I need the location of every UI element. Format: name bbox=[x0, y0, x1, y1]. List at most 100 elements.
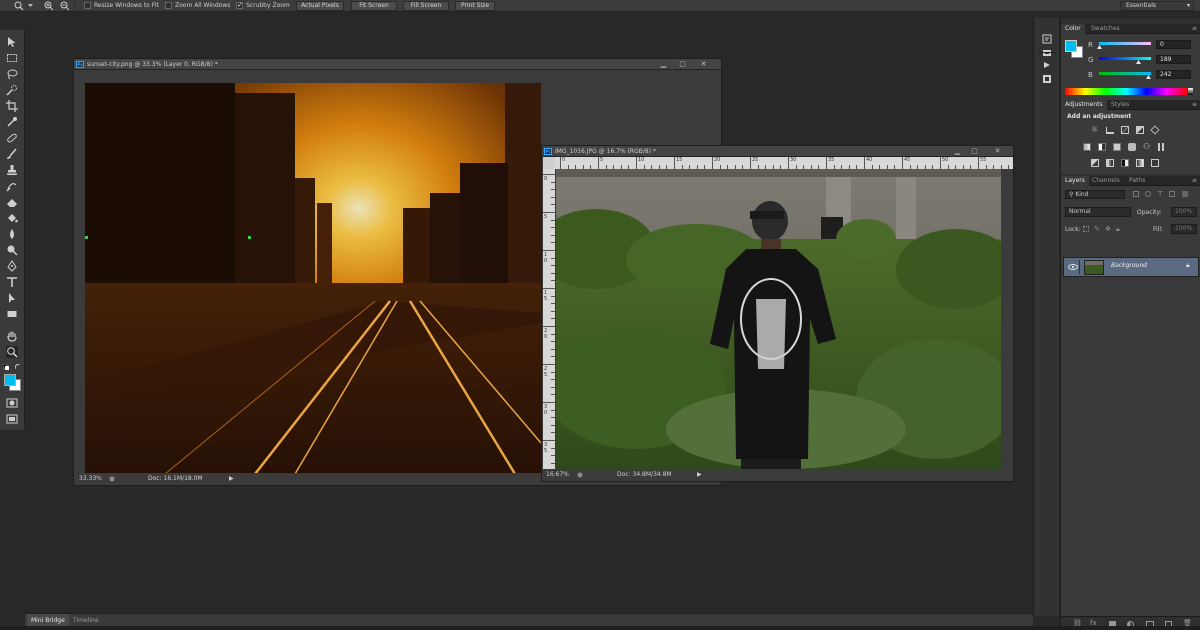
hue-saturation-icon[interactable] bbox=[1083, 143, 1091, 151]
info-icon[interactable] bbox=[577, 472, 583, 478]
curves-icon[interactable] bbox=[1121, 126, 1129, 134]
smart-object-filter-icon[interactable] bbox=[1182, 191, 1188, 197]
selective-color-icon[interactable] bbox=[1151, 159, 1159, 167]
vibrance-icon[interactable] bbox=[1150, 125, 1160, 135]
vertical-ruler[interactable]: 0510152025303540 bbox=[543, 169, 555, 469]
zoom-level[interactable]: 33.33% bbox=[79, 473, 102, 485]
red-value[interactable]: 0 bbox=[1156, 40, 1191, 49]
document-window-img-1016[interactable]: Ps IMG_1016.JPG @ 16.7% (RGB/8) * ▁ ▢ ✕ … bbox=[541, 145, 1014, 482]
paint-bucket-tool-icon[interactable] bbox=[6, 212, 18, 224]
vertical-scrollbar[interactable] bbox=[1002, 169, 1013, 469]
blue-slider[interactable] bbox=[1099, 72, 1151, 75]
dodge-tool-icon[interactable] bbox=[6, 244, 18, 256]
posterize-icon[interactable] bbox=[1106, 159, 1114, 167]
invert-icon[interactable] bbox=[1091, 159, 1099, 167]
minimize-icon[interactable]: ▁ bbox=[658, 60, 669, 68]
tab-layers[interactable]: Layers bbox=[1061, 176, 1089, 186]
status-menu-arrow-icon[interactable]: ▶ bbox=[229, 473, 234, 485]
color-balance-icon[interactable] bbox=[1098, 143, 1106, 151]
lasso-tool-icon[interactable] bbox=[6, 68, 18, 80]
pixel-filter-icon[interactable] bbox=[1133, 191, 1139, 197]
shape-filter-icon[interactable] bbox=[1169, 191, 1175, 197]
zoom-out-button[interactable] bbox=[59, 1, 71, 11]
slider-thumb-icon[interactable] bbox=[1136, 60, 1141, 64]
panel-menu-icon[interactable]: ≡ bbox=[1192, 100, 1197, 110]
close-icon[interactable]: ✕ bbox=[992, 147, 1003, 155]
workspace-switcher[interactable]: Essentials ▾ bbox=[1120, 1, 1194, 11]
type-filter-icon[interactable]: T bbox=[1158, 190, 1162, 198]
healing-brush-tool-icon[interactable] bbox=[6, 132, 18, 144]
marquee-tool-icon[interactable] bbox=[6, 52, 18, 64]
actions-icon[interactable] bbox=[1042, 60, 1052, 70]
brightness-icon[interactable]: ☼ bbox=[1091, 125, 1098, 135]
adjustment-filter-icon[interactable] bbox=[1145, 191, 1151, 197]
zoom-all-windows-checkbox[interactable] bbox=[165, 2, 172, 9]
ruler-origin[interactable] bbox=[543, 157, 555, 169]
exposure-icon[interactable] bbox=[1136, 126, 1144, 134]
close-icon[interactable]: ✕ bbox=[698, 60, 709, 68]
history-brush-tool-icon[interactable] bbox=[6, 180, 18, 192]
default-colors-icon[interactable] bbox=[3, 364, 9, 370]
maximize-icon[interactable]: ▢ bbox=[677, 60, 688, 68]
blue-value[interactable]: 242 bbox=[1156, 70, 1191, 79]
gradient-map-icon[interactable] bbox=[1136, 159, 1144, 167]
zoom-tool-icon[interactable] bbox=[6, 346, 18, 358]
document-title-bar[interactable]: Ps IMG_1016.JPG @ 16.7% (RGB/8) * ▁ ▢ ✕ bbox=[542, 146, 1013, 157]
tab-styles[interactable]: Styles bbox=[1107, 100, 1133, 110]
screen-mode-icon[interactable] bbox=[6, 413, 18, 425]
zoom-level[interactable]: 16.67% bbox=[546, 469, 569, 481]
tab-adjustments[interactable]: Adjustments bbox=[1061, 100, 1107, 110]
levels-icon[interactable] bbox=[1106, 127, 1114, 134]
scrubby-zoom-checkbox[interactable]: ✓ bbox=[236, 2, 243, 9]
black-white-icon[interactable] bbox=[1113, 143, 1121, 151]
blur-tool-icon[interactable] bbox=[6, 228, 18, 240]
clone-stamp-tool-icon[interactable] bbox=[6, 164, 18, 176]
quick-mask-icon[interactable] bbox=[6, 397, 18, 409]
lock-all-icon[interactable]: 🔒︎ bbox=[1116, 225, 1120, 234]
pen-tool-icon[interactable] bbox=[6, 260, 18, 272]
channel-mixer-icon[interactable]: ⚇ bbox=[1143, 142, 1150, 152]
slider-thumb-icon[interactable] bbox=[1146, 75, 1151, 79]
history-icon[interactable] bbox=[1042, 34, 1052, 44]
fill-screen-button[interactable]: Fill Screen bbox=[403, 1, 449, 11]
info-panel-icon[interactable] bbox=[1042, 74, 1052, 84]
fill-field[interactable]: 100% bbox=[1171, 224, 1197, 234]
actual-pixels-button[interactable]: Actual Pixels bbox=[296, 1, 344, 11]
info-icon[interactable] bbox=[109, 476, 115, 482]
bw-ramp[interactable] bbox=[1188, 88, 1193, 95]
maximize-icon[interactable]: ▢ bbox=[969, 147, 980, 155]
layer-filter-kind[interactable]: ⚲ Kind bbox=[1065, 190, 1125, 199]
document-title-bar[interactable]: Ps sunset-city.png @ 33.3% (Layer 0, RGB… bbox=[74, 59, 721, 70]
properties-icon[interactable] bbox=[1042, 48, 1052, 58]
fit-screen-button[interactable]: Fit Screen bbox=[351, 1, 397, 11]
status-menu-arrow-icon[interactable]: ▶ bbox=[697, 469, 702, 481]
lock-position-icon[interactable]: ✥ bbox=[1105, 225, 1111, 233]
green-slider[interactable] bbox=[1099, 57, 1151, 60]
color-lookup-icon[interactable] bbox=[1158, 143, 1166, 151]
foreground-color-swatch[interactable] bbox=[1065, 40, 1077, 52]
opacity-field[interactable]: 100% bbox=[1171, 207, 1197, 217]
layer-name[interactable]: Background bbox=[1111, 262, 1147, 269]
green-value[interactable]: 189 bbox=[1156, 55, 1191, 64]
foreground-color-swatch[interactable] bbox=[4, 374, 16, 386]
tab-swatches[interactable]: Swatches bbox=[1087, 24, 1124, 34]
red-slider[interactable] bbox=[1099, 42, 1151, 45]
quick-selection-tool-icon[interactable] bbox=[6, 84, 18, 96]
hand-tool-icon[interactable] bbox=[6, 330, 18, 342]
move-tool-icon[interactable] bbox=[6, 36, 18, 48]
tab-color[interactable]: Color bbox=[1061, 24, 1085, 34]
chevron-down-icon[interactable] bbox=[28, 3, 33, 8]
resize-windows-checkbox[interactable] bbox=[84, 2, 91, 9]
lock-transparency-icon[interactable] bbox=[1083, 226, 1089, 232]
layer-visibility-toggle[interactable] bbox=[1066, 260, 1080, 274]
layer-row-background[interactable]: Background 🔒︎ bbox=[1063, 257, 1199, 277]
print-size-button[interactable]: Print Size bbox=[455, 1, 495, 11]
zoom-in-button[interactable] bbox=[43, 1, 55, 11]
minimize-icon[interactable]: ▁ bbox=[952, 147, 963, 155]
threshold-icon[interactable] bbox=[1121, 159, 1129, 167]
type-tool-icon[interactable] bbox=[6, 276, 18, 288]
slider-thumb-icon[interactable] bbox=[1097, 45, 1102, 49]
canvas-img-1016[interactable] bbox=[556, 169, 1001, 469]
tab-channels[interactable]: Channels bbox=[1088, 176, 1124, 186]
path-selection-tool-icon[interactable] bbox=[6, 292, 18, 304]
